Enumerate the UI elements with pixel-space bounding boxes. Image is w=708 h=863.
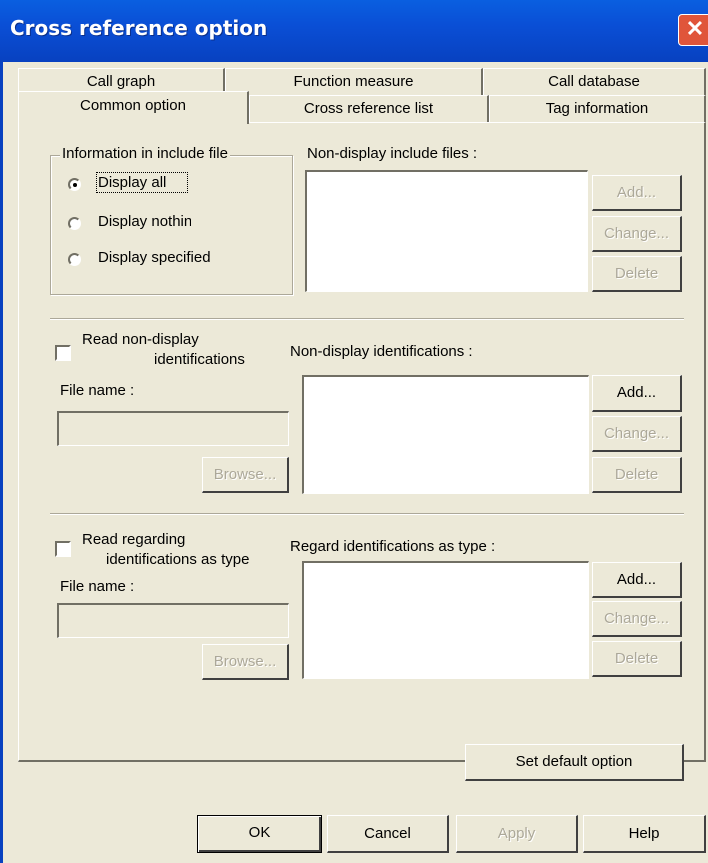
regard-add-button[interactable]: Add... bbox=[592, 562, 682, 598]
tab-label: Call database bbox=[548, 73, 640, 90]
non-display-add-button[interactable]: Add... bbox=[592, 375, 682, 412]
non-display-browse-button[interactable]: Browse... bbox=[202, 457, 289, 493]
regard-identifications-list[interactable] bbox=[302, 561, 589, 679]
regard-identifications-label: Regard identifications as type : bbox=[290, 538, 496, 555]
set-default-option-button[interactable]: Set default option bbox=[465, 744, 684, 781]
tab-label: Tag information bbox=[545, 100, 649, 117]
regard-change-button[interactable]: Change... bbox=[592, 601, 682, 637]
non-display-identifications-label: Non-display identifications : bbox=[290, 343, 473, 360]
non-display-identifications-list[interactable] bbox=[302, 375, 589, 494]
tab-label: Common option bbox=[80, 97, 186, 114]
radio-display-nothing[interactable] bbox=[68, 217, 81, 230]
close-icon[interactable]: ✕ bbox=[678, 14, 708, 46]
regard-file-name-input[interactable] bbox=[57, 603, 289, 638]
tab-label: Function measure bbox=[293, 73, 414, 90]
separator bbox=[50, 513, 684, 515]
read-non-display-checkbox[interactable] bbox=[55, 345, 71, 361]
tab-label: Call graph bbox=[86, 73, 156, 90]
radio-display-all-label[interactable]: Display all bbox=[96, 172, 188, 193]
include-add-button[interactable]: Add... bbox=[592, 175, 682, 211]
apply-button[interactable]: Apply bbox=[456, 815, 578, 853]
regard-browse-button[interactable]: Browse... bbox=[202, 644, 289, 680]
read-regarding-checkbox[interactable] bbox=[55, 541, 71, 557]
radio-display-specified[interactable] bbox=[68, 253, 81, 266]
non-display-change-button[interactable]: Change... bbox=[592, 416, 682, 452]
read-non-display-label-2[interactable]: identifications bbox=[154, 351, 245, 368]
non-display-file-name-input[interactable] bbox=[57, 411, 289, 446]
read-non-display-label-1[interactable]: Read non-display bbox=[82, 331, 199, 348]
tab-tag-information[interactable]: Tag information bbox=[489, 95, 706, 122]
tab-label: Cross reference list bbox=[303, 100, 434, 117]
cancel-button[interactable]: Cancel bbox=[327, 815, 449, 853]
radio-display-specified-label[interactable]: Display specified bbox=[98, 249, 211, 266]
include-change-button[interactable]: Change... bbox=[592, 216, 682, 252]
regard-file-name-label: File name : bbox=[60, 578, 135, 595]
non-display-include-files-list[interactable] bbox=[305, 170, 588, 292]
tab-common-option[interactable]: Common option bbox=[18, 91, 249, 124]
radio-display-nothing-label[interactable]: Display nothing bbox=[98, 213, 191, 230]
ok-button[interactable]: OK bbox=[197, 815, 322, 853]
read-regarding-label-2[interactable]: identifications as type bbox=[106, 551, 249, 568]
window-title: Cross reference option bbox=[10, 16, 268, 40]
tab-cross-reference-list[interactable]: Cross reference list bbox=[249, 95, 489, 122]
include-delete-button[interactable]: Delete bbox=[592, 256, 682, 292]
non-display-delete-button[interactable]: Delete bbox=[592, 457, 682, 493]
tab-function-measure[interactable]: Function measure bbox=[225, 68, 483, 95]
include-file-group-label: Information in include file bbox=[60, 145, 230, 162]
tab-call-database[interactable]: Call database bbox=[483, 68, 706, 95]
read-regarding-label-1[interactable]: Read regarding bbox=[82, 531, 185, 548]
help-button[interactable]: Help bbox=[583, 815, 706, 853]
separator bbox=[50, 318, 684, 320]
non-display-file-name-label: File name : bbox=[60, 382, 135, 399]
radio-display-all[interactable] bbox=[68, 178, 81, 191]
non-display-include-files-label: Non-display include files : bbox=[307, 145, 478, 162]
regard-delete-button[interactable]: Delete bbox=[592, 641, 682, 677]
